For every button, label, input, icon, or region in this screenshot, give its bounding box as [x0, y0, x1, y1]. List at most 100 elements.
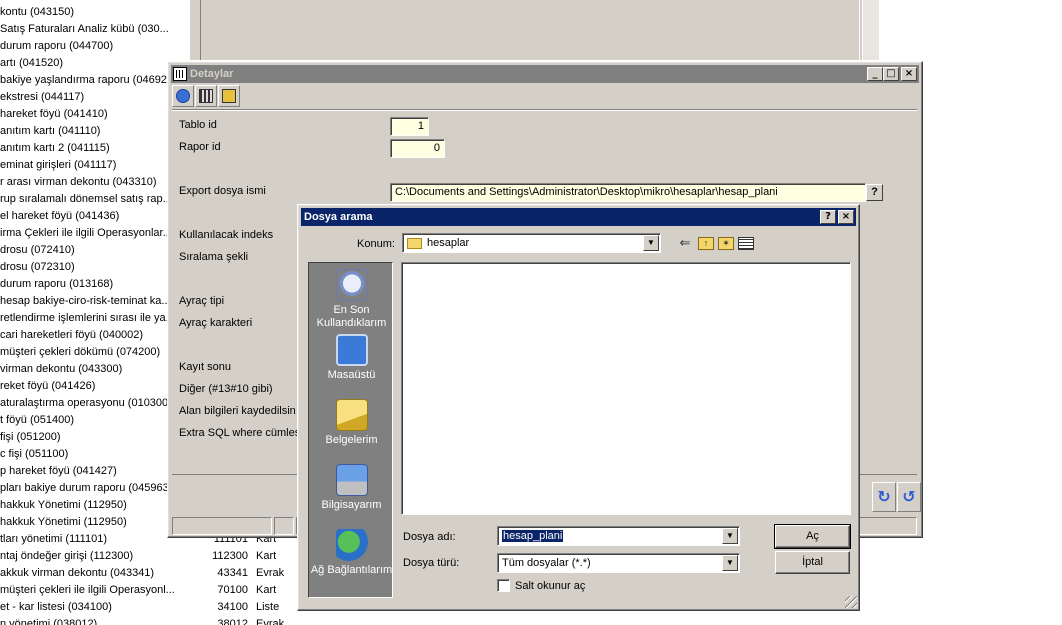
konum-value: hesaplar: [427, 237, 470, 249]
list-item-name: tları yönetimi (111101): [0, 533, 107, 545]
dialog-titlebar[interactable]: Dosya arama ? ×: [301, 208, 856, 226]
my-documents-icon: [335, 399, 368, 431]
list-item-name: müşteri çekleri dökümü (074200): [0, 346, 161, 358]
list-item-name: anıtım kartı 2 (041115): [0, 142, 110, 154]
list-item-name: durum raporu (013168): [0, 278, 114, 290]
ayrac-tipi-label: Ayraç tipi: [179, 295, 225, 307]
chevron-down-icon[interactable]: ▼: [722, 528, 738, 544]
place-network[interactable]: Ağ Bağlantılarım: [309, 529, 394, 577]
konum-dropdown[interactable]: hesaplar ▼: [402, 233, 661, 253]
place-recent[interactable]: En Son Kullandıklarım: [309, 269, 394, 330]
dialog-nav-toolbar: ⇐ ↑ ✶: [676, 235, 754, 251]
new-folder-icon[interactable]: ✶: [718, 236, 734, 250]
list-item-type: Evrak: [256, 567, 285, 579]
list-item[interactable]: müşteri çekleri ile ilgili Operasyonl...…: [0, 582, 300, 599]
status-cell: [172, 517, 272, 535]
list-item-name: reket föyü (041426): [0, 380, 96, 392]
place-documents-label: Belgelerim: [325, 434, 378, 446]
list-item-name: ntaj öndeğer girişi (112300): [0, 550, 134, 562]
kayit-sonu-label: Kayıt sonu: [179, 361, 231, 373]
dialog-close-button[interactable]: ×: [838, 210, 854, 224]
folder-icon: [407, 237, 422, 249]
list-item-name: pları bakiye durum raporu (045963: [0, 482, 169, 494]
list-item-code: 112300: [212, 550, 248, 562]
export-dosya-help-button[interactable]: ?: [866, 184, 883, 201]
list-item-name: akkuk virman dekontu (043341): [0, 567, 155, 579]
list-item-name: irma Çekleri ile ilgili Operasyonlar...: [0, 227, 172, 239]
list-item[interactable]: ntaj öndeğer girişi (112300) 112300 Kart: [0, 548, 300, 565]
list-item[interactable]: akkuk virman dekontu (043341) 43341 Evrak: [0, 565, 300, 582]
refresh-icon: ↻: [877, 489, 891, 506]
tablo-id-label: Tablo id: [179, 119, 217, 131]
detaylar-titlebar[interactable]: Detaylar _ □ ×: [171, 65, 919, 83]
place-desktop-label: Masaüstü: [327, 369, 376, 381]
open-button[interactable]: Aç: [774, 524, 851, 549]
background-scrollbar[interactable]: [862, 0, 879, 60]
readonly-checkbox[interactable]: [497, 579, 510, 592]
refresh-button[interactable]: ↻: [872, 482, 896, 512]
calculator-button[interactable]: [195, 85, 217, 107]
list-item-name: müşteri çekleri ile ilgili Operasyonl...: [0, 584, 175, 596]
place-desktop[interactable]: Masaüstü: [309, 334, 394, 382]
background-inner-panel: [200, 0, 860, 60]
back-arrow-icon[interactable]: ⇐: [676, 235, 694, 251]
dosya-adi-input[interactable]: hesap_plani ▼: [497, 526, 740, 546]
maximize-button[interactable]: □: [883, 67, 899, 81]
chevron-down-icon[interactable]: ▼: [722, 555, 738, 571]
list-item-name: rup sıralamalı dönemsel satış rap...: [0, 193, 172, 205]
dosya-turu-dropdown[interactable]: Tüm dosyalar (*.*) ▼: [497, 553, 740, 573]
dosya-adi-value: hesap_plani: [502, 530, 564, 542]
diger-label: Diğer (#13#10 gibi): [179, 383, 273, 395]
file-list[interactable]: [401, 262, 851, 515]
list-item[interactable]: et - kar listesi (034100) 34100 Liste: [0, 599, 300, 616]
export-dosya-label: Export dosya ismi: [179, 185, 266, 197]
list-item-type: Kart: [256, 550, 277, 562]
calculator-sheet-button[interactable]: [218, 85, 240, 107]
list-item-name: drosu (072310): [0, 261, 75, 273]
dosya-turu-value: Tüm dosyalar (*.*): [502, 557, 591, 569]
siralama-sekli-label: Sıralama şekli: [179, 251, 249, 263]
help-icon: [176, 89, 190, 103]
undo-button[interactable]: ↺: [897, 482, 921, 512]
help-button[interactable]: [172, 85, 194, 107]
list-item-name: c fişi (051100): [0, 448, 69, 460]
chevron-down-icon[interactable]: ▼: [643, 235, 659, 251]
list-item-name: p hareket föyü (041427): [0, 465, 117, 477]
list-item-name: anıtım kartı (041110): [0, 125, 101, 137]
place-computer[interactable]: Bilgisayarım: [309, 464, 394, 512]
minimize-button[interactable]: _: [867, 67, 883, 81]
list-item-name: eminat girişleri (041117): [0, 159, 117, 171]
rapor-id-input[interactable]: 0: [390, 139, 445, 158]
list-item-name: bakiye yaşlandırma raporu (046921): [0, 74, 177, 86]
resize-grip[interactable]: [845, 596, 857, 608]
list-item-name: durum raporu (044700): [0, 40, 114, 52]
list-item-name: hareket föyü (041410): [0, 108, 108, 120]
dosya-turu-label: Dosya türü:: [403, 557, 460, 569]
up-folder-icon[interactable]: ↑: [698, 236, 714, 250]
export-dosya-input[interactable]: C:\Documents and Settings\Administrator\…: [390, 183, 866, 202]
list-item-name: ekstresi (044117): [0, 91, 85, 103]
place-documents[interactable]: Belgelerim: [309, 399, 394, 447]
list-item-code: 34100: [217, 601, 248, 613]
calculator-sheet-icon: [222, 89, 236, 103]
view-menu-icon[interactable]: [738, 236, 754, 250]
list-item-name: et - kar listesi (034100): [0, 601, 112, 613]
kullanilacak-indeks-label: Kullanılacak indeks: [179, 229, 274, 241]
list-item-name: kontu (043150): [0, 6, 74, 18]
places-bar: En Son Kullandıklarım Masaüstü Belgeleri…: [308, 262, 393, 598]
ayrac-karakteri-label: Ayraç karakteri: [179, 317, 253, 329]
list-item-code: 43341: [217, 567, 248, 579]
dialog-help-button[interactable]: ?: [820, 210, 836, 224]
dosya-adi-label: Dosya adı:: [403, 531, 456, 543]
close-button[interactable]: ×: [901, 67, 917, 81]
window-app-icon: [173, 67, 187, 81]
cancel-button[interactable]: İptal: [775, 551, 850, 574]
list-item-code: 38012: [217, 618, 248, 625]
list-item-name: cari hareketleri föyü (040002): [0, 329, 144, 341]
tablo-id-input[interactable]: 1: [390, 117, 429, 136]
list-item-type: Liste: [256, 601, 280, 613]
list-item[interactable]: n yönetimi (038012) 38012 Evrak: [0, 616, 300, 625]
list-item-type: Kart: [256, 584, 277, 596]
list-item-name: drosu (072410): [0, 244, 75, 256]
place-network-label: Ağ Bağlantılarım: [310, 564, 393, 576]
